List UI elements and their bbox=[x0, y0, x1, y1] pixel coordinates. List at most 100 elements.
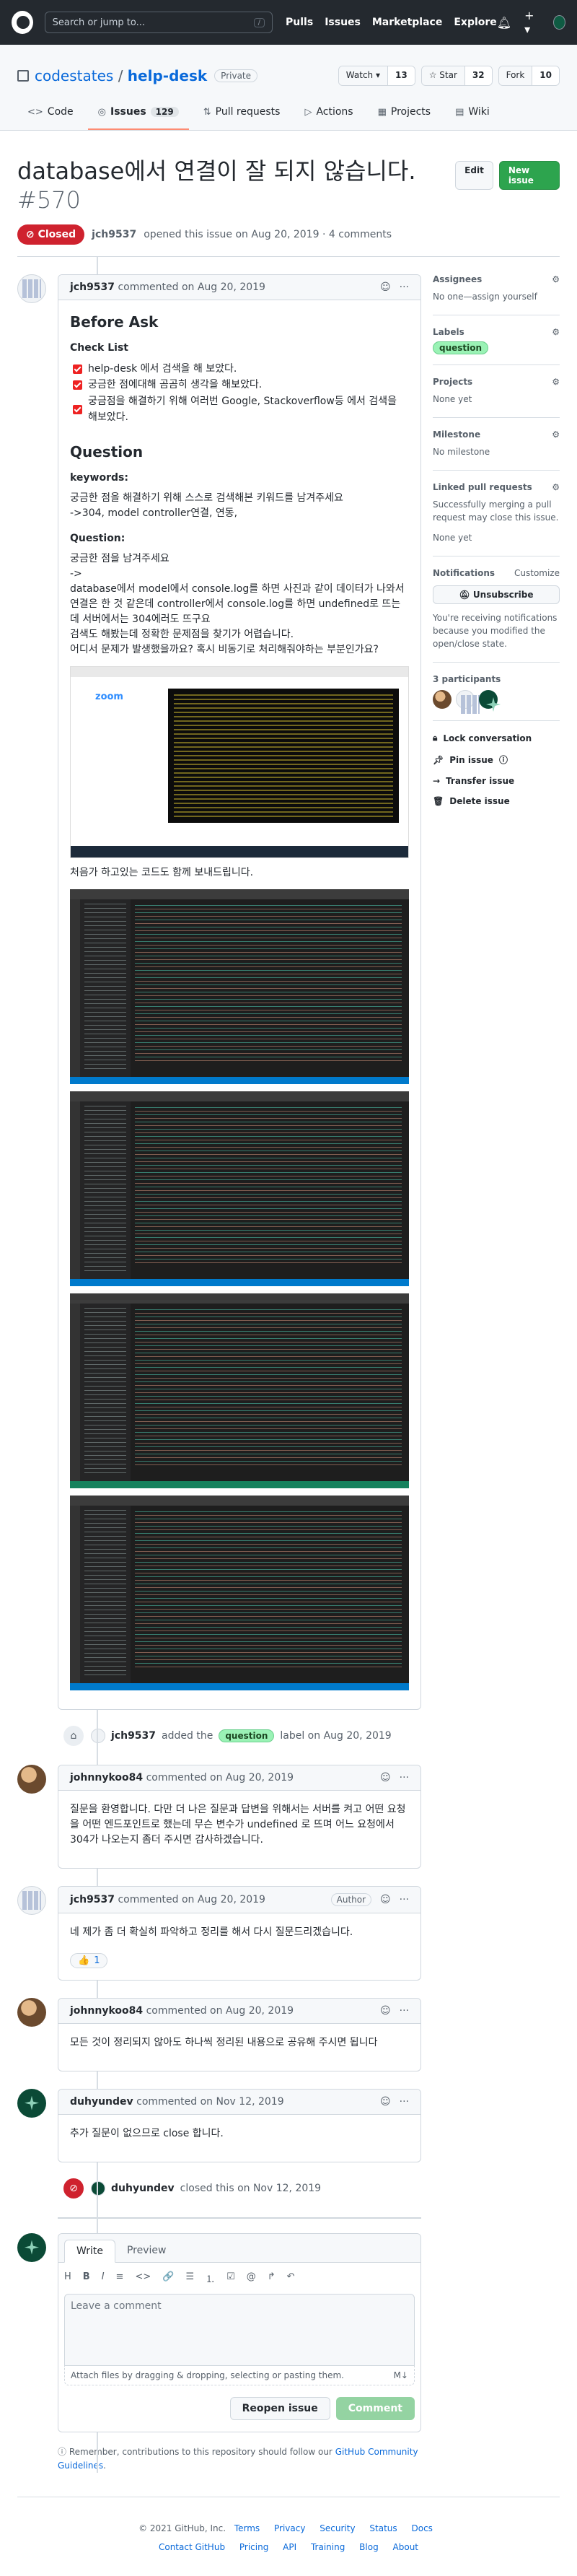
unsubscribe-button[interactable]: 🔕︎ Unsubscribe bbox=[433, 585, 560, 604]
gear-icon[interactable]: ⚙ bbox=[552, 377, 560, 387]
star-button[interactable]: ☆ Star 32 bbox=[420, 66, 493, 86]
comment-author[interactable]: duhyundev bbox=[70, 2096, 133, 2108]
bold-icon[interactable]: B bbox=[83, 2271, 90, 2285]
comment-author[interactable]: johnnykoo84 bbox=[70, 2005, 143, 2017]
comment-textarea[interactable]: Leave a comment bbox=[64, 2293, 415, 2366]
bell-icon[interactable]: 🔔︎ bbox=[497, 16, 511, 30]
sidebar-labels[interactable]: Labels ⚙ question bbox=[433, 327, 560, 365]
comment-meta[interactable]: commented on Nov 12, 2019 bbox=[136, 2096, 283, 2108]
participant-avatar[interactable] bbox=[456, 690, 475, 709]
tab-wiki[interactable]: ▤ Wiki bbox=[445, 95, 500, 130]
screenshot-code-image[interactable] bbox=[70, 1495, 409, 1690]
screenshot-code-image[interactable] bbox=[70, 1091, 409, 1286]
footer-link-training[interactable]: Training bbox=[311, 2542, 345, 2552]
event-actor[interactable]: duhyundev bbox=[111, 2183, 175, 2194]
avatar[interactable] bbox=[17, 2088, 46, 2118]
plus-icon[interactable]: + ▾ bbox=[524, 9, 540, 36]
avatar[interactable] bbox=[17, 2232, 46, 2262]
heading-icon[interactable]: H bbox=[64, 2271, 71, 2285]
reopen-issue-button[interactable]: Reopen issue bbox=[229, 2396, 330, 2420]
comment-meta[interactable]: commented on Aug 20, 2019 bbox=[118, 281, 265, 293]
edit-title-button[interactable]: Edit bbox=[455, 161, 493, 190]
checkbox-checked-icon[interactable] bbox=[73, 364, 82, 374]
screenshot-terminal-image[interactable]: zoom bbox=[70, 665, 409, 858]
ordered-list-icon[interactable]: ⒈ bbox=[206, 2271, 215, 2285]
kebab-menu-icon[interactable]: ··· bbox=[400, 2096, 409, 2108]
smiley-icon[interactable]: ☺ bbox=[380, 2096, 391, 2108]
fork-count[interactable]: 10 bbox=[532, 66, 559, 85]
repo-owner-link[interactable]: codestates bbox=[35, 67, 113, 84]
markdown-icon[interactable]: M↓ bbox=[394, 2370, 408, 2380]
tab-actions[interactable]: ▷ Actions bbox=[294, 95, 363, 130]
quote-icon[interactable]: ≡ bbox=[116, 2271, 124, 2285]
kebab-menu-icon[interactable]: ··· bbox=[400, 2005, 409, 2017]
new-issue-button[interactable]: New issue bbox=[498, 161, 560, 190]
label-question[interactable]: question bbox=[219, 1729, 275, 1742]
tab-code[interactable]: <> Code bbox=[17, 95, 84, 130]
footer-link-terms[interactable]: Terms bbox=[234, 2523, 260, 2533]
attach-files-area[interactable]: Attach files by dragging & dropping, sel… bbox=[64, 2365, 415, 2385]
nav-issues[interactable]: Issues bbox=[325, 17, 361, 28]
comment-meta[interactable]: commented on Aug 20, 2019 bbox=[146, 2005, 294, 2017]
link-icon[interactable]: 🔗 bbox=[162, 2271, 174, 2285]
screenshot-code-image[interactable] bbox=[70, 888, 409, 1084]
pin-issue-link[interactable]: 📌︎ Pin issue ⓘ bbox=[433, 754, 560, 766]
footer-link-docs[interactable]: Docs bbox=[411, 2523, 432, 2533]
avatar[interactable] bbox=[17, 1764, 46, 1794]
comment-author[interactable]: jch9537 bbox=[70, 281, 115, 293]
smiley-icon[interactable]: ☺ bbox=[380, 2005, 391, 2017]
screenshot-code-image[interactable] bbox=[70, 1293, 409, 1488]
tab-issues[interactable]: ◎ Issues 129 bbox=[87, 95, 189, 130]
kebab-menu-icon[interactable]: ··· bbox=[400, 1772, 409, 1783]
smiley-icon[interactable]: ☺ bbox=[380, 281, 391, 293]
footer-link-blog[interactable]: Blog bbox=[359, 2542, 379, 2552]
reference-icon[interactable]: ↱ bbox=[268, 2271, 276, 2285]
kebab-menu-icon[interactable]: ··· bbox=[400, 1894, 409, 1905]
checkbox-checked-icon[interactable] bbox=[73, 404, 82, 414]
tab-write[interactable]: Write bbox=[64, 2239, 115, 2263]
tab-pull-requests[interactable]: ⇅ Pull requests bbox=[193, 95, 291, 130]
footer-link-pricing[interactable]: Pricing bbox=[239, 2542, 268, 2552]
task-list-icon[interactable]: ☑ bbox=[226, 2271, 235, 2285]
gear-icon[interactable]: ⚙ bbox=[552, 274, 560, 284]
nav-marketplace[interactable]: Marketplace bbox=[372, 17, 442, 28]
kebab-menu-icon[interactable]: ··· bbox=[400, 281, 409, 293]
footer-link-api[interactable]: API bbox=[283, 2542, 296, 2552]
footer-link-contact[interactable]: Contact GitHub bbox=[159, 2542, 225, 2552]
watch-count[interactable]: 13 bbox=[387, 66, 415, 85]
comment-meta[interactable]: commented on Aug 20, 2019 bbox=[146, 1772, 294, 1783]
event-actor[interactable]: jch9537 bbox=[111, 1730, 156, 1742]
tab-projects[interactable]: ▦ Projects bbox=[368, 95, 441, 130]
footer-link-about[interactable]: About bbox=[393, 2542, 418, 2552]
footer-link-security[interactable]: Security bbox=[320, 2523, 355, 2533]
mention-icon[interactable]: @ bbox=[247, 2271, 256, 2285]
italic-icon[interactable]: I bbox=[102, 2271, 105, 2285]
user-avatar[interactable] bbox=[553, 15, 565, 30]
label-question[interactable]: question bbox=[433, 341, 489, 354]
footer-link-privacy[interactable]: Privacy bbox=[274, 2523, 305, 2533]
avatar[interactable] bbox=[91, 2180, 105, 2196]
footer-link-status[interactable]: Status bbox=[369, 2523, 397, 2533]
star-count[interactable]: 32 bbox=[464, 66, 492, 85]
unordered-list-icon[interactable]: ☰ bbox=[185, 2271, 194, 2285]
comment-button[interactable]: Comment bbox=[335, 2396, 415, 2420]
watch-button[interactable]: Watch ▾ 13 bbox=[338, 66, 415, 86]
avatar[interactable] bbox=[17, 274, 46, 303]
repo-name-link[interactable]: help-desk bbox=[128, 67, 207, 84]
nav-pulls[interactable]: Pulls bbox=[286, 17, 313, 28]
participant-avatar[interactable] bbox=[433, 690, 452, 709]
tab-preview[interactable]: Preview bbox=[115, 2240, 178, 2262]
smiley-icon[interactable]: ☺ bbox=[380, 1772, 391, 1783]
comment-meta[interactable]: commented on Aug 20, 2019 bbox=[118, 1894, 265, 1905]
avatar[interactable] bbox=[91, 1728, 105, 1743]
sidebar-linked-prs[interactable]: Linked pull requests ⚙ Successfully mergi… bbox=[433, 482, 560, 556]
code-icon[interactable]: <> bbox=[135, 2271, 151, 2285]
delete-issue-link[interactable]: 🗑︎ Delete issue bbox=[433, 796, 560, 806]
issue-author-link[interactable]: jch9537 bbox=[92, 229, 136, 240]
search-input[interactable]: Search or jump to... / bbox=[44, 12, 273, 33]
fork-button[interactable]: Fork 10 bbox=[498, 66, 560, 86]
gear-icon[interactable]: ⚙ bbox=[552, 429, 560, 440]
lock-conversation-link[interactable]: 🔒︎ Lock conversation bbox=[433, 733, 560, 743]
github-logo-icon[interactable] bbox=[12, 11, 33, 34]
transfer-issue-link[interactable]: → Transfer issue bbox=[433, 776, 560, 786]
